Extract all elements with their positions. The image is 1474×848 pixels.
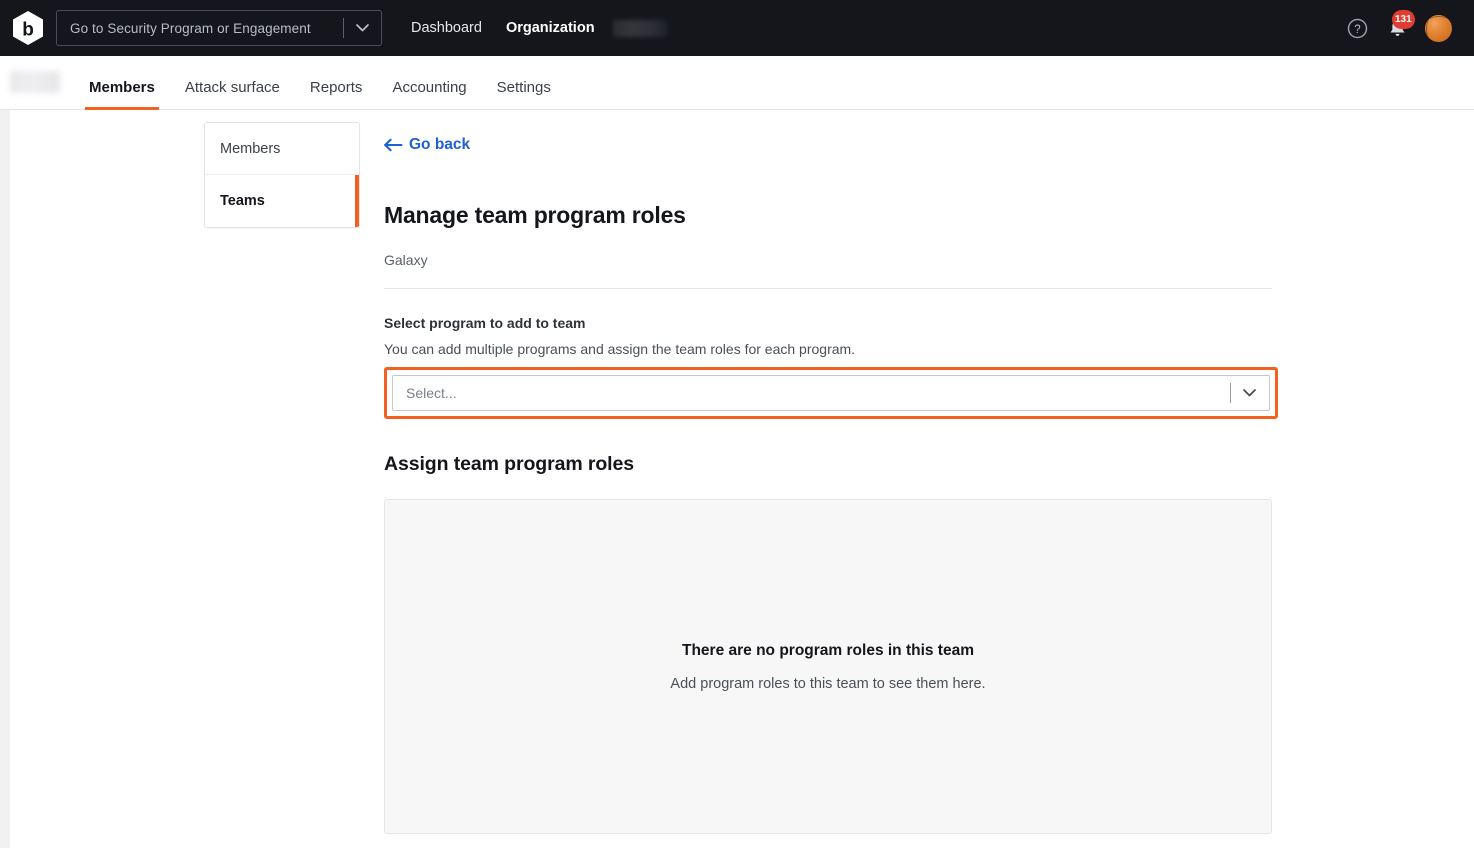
members-subnav: Members Teams	[204, 122, 360, 228]
left-gutter-strip	[0, 56, 10, 848]
organization-tab-bar: Members Attack surface Reports Accountin…	[0, 56, 1474, 110]
program-search-select[interactable]: Go to Security Program or Engagement	[56, 10, 382, 46]
top-nav: Dashboard Organization	[399, 19, 667, 37]
tab-reports[interactable]: Reports	[295, 79, 378, 109]
team-name: Galaxy	[384, 252, 428, 268]
tab-accounting[interactable]: Accounting	[377, 79, 481, 109]
program-roles-empty-panel: There are no program roles in this team …	[384, 499, 1272, 834]
select-program-label: Select program to add to team	[384, 315, 586, 331]
notifications-bell-icon[interactable]: 131	[1385, 10, 1415, 40]
select-divider	[343, 18, 344, 38]
go-back-link[interactable]: Go back	[384, 136, 470, 154]
user-avatar[interactable]	[1425, 14, 1452, 42]
arrow-left-icon	[384, 138, 403, 152]
organization-name-redacted	[612, 19, 667, 37]
program-search-placeholder: Go to Security Program or Engagement	[70, 20, 311, 36]
empty-state-subtitle: Add program roles to this team to see th…	[670, 675, 986, 692]
go-back-label: Go back	[409, 136, 471, 153]
svg-text:?: ?	[1354, 24, 1360, 36]
bugcrowd-logo-icon[interactable]: b	[8, 8, 48, 48]
program-select-focus-ring: Select...	[384, 367, 1278, 419]
program-select-input[interactable]: Select...	[392, 375, 1270, 411]
help-icon[interactable]: ?	[1345, 16, 1369, 40]
notification-count-badge: 131	[1392, 10, 1415, 29]
chevron-down-icon[interactable]	[356, 24, 369, 32]
subnav-item-teams[interactable]: Teams	[205, 175, 359, 227]
select-program-help: You can add multiple programs and assign…	[384, 341, 856, 357]
main-content: Go back Manage team program roles Galaxy…	[384, 122, 1278, 834]
top-bar-actions: ? 131	[1345, 10, 1460, 42]
top-nav-organization[interactable]: Organization	[494, 20, 607, 36]
section-divider	[384, 288, 1272, 289]
svg-text:b: b	[22, 20, 34, 41]
select-divider	[1230, 383, 1231, 403]
subnav-item-members[interactable]: Members	[205, 123, 359, 175]
page-title: Manage team program roles	[384, 202, 686, 228]
assign-roles-title: Assign team program roles	[384, 453, 634, 475]
empty-state-title: There are no program roles in this team	[682, 641, 974, 659]
tab-settings[interactable]: Settings	[482, 79, 566, 109]
tab-members[interactable]: Members	[74, 79, 170, 110]
app-root: b Go to Security Program or Engagement D…	[0, 0, 1474, 848]
top-bar: b Go to Security Program or Engagement D…	[0, 0, 1474, 56]
organization-logo-redacted	[10, 71, 60, 93]
top-nav-dashboard[interactable]: Dashboard	[399, 20, 494, 36]
program-select-placeholder: Select...	[406, 385, 457, 401]
tab-attack-surface[interactable]: Attack surface	[170, 79, 295, 109]
chevron-down-icon[interactable]	[1243, 389, 1256, 397]
